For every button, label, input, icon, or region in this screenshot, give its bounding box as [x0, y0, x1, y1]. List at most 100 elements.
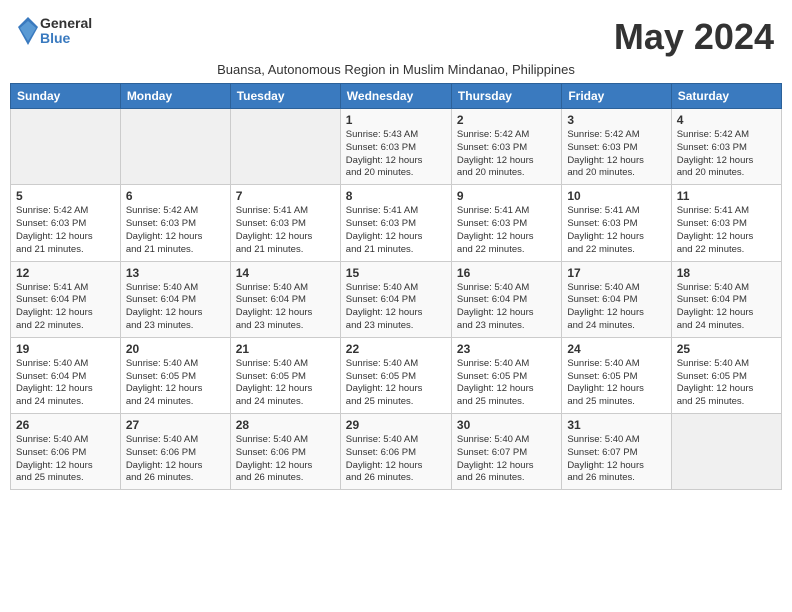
day-info: Sunrise: 5:40 AM Sunset: 6:05 PM Dayligh… — [457, 358, 556, 409]
day-info: Sunrise: 5:40 AM Sunset: 6:07 PM Dayligh… — [567, 434, 665, 485]
day-info: Sunrise: 5:40 AM Sunset: 6:05 PM Dayligh… — [236, 358, 335, 409]
day-number: 8 — [346, 189, 446, 203]
day-info: Sunrise: 5:40 AM Sunset: 6:05 PM Dayligh… — [567, 358, 665, 409]
day-info: Sunrise: 5:41 AM Sunset: 6:03 PM Dayligh… — [677, 205, 776, 256]
calendar-cell: 7 Sunrise: 5:41 AM Sunset: 6:03 PM Daylig… — [230, 185, 340, 261]
week-row-5: 26Sunrise: 5:40 AM Sunset: 6:06 PM Dayli… — [11, 414, 782, 490]
calendar-cell: 23 Sunrise: 5:40 AM Sunset: 6:05 PM Dayli… — [451, 337, 561, 413]
day-number: 2 — [457, 113, 556, 127]
calendar-cell — [671, 414, 781, 490]
day-number: 25 — [677, 342, 776, 356]
header-day-tuesday: Tuesday — [230, 84, 340, 109]
day-info: Sunrise: 5:41 AM Sunset: 6:03 PM Dayligh… — [457, 205, 556, 256]
day-info: Sunrise: 5:40 AM Sunset: 6:04 PM Dayligh… — [457, 282, 556, 333]
calendar-cell: 12 Sunrise: 5:41 AM Sunset: 6:04 PM Dayli… — [11, 261, 121, 337]
calendar-cell: 22 Sunrise: 5:40 AM Sunset: 6:05 PM Dayli… — [340, 337, 451, 413]
calendar-cell: 25 Sunrise: 5:40 AM Sunset: 6:05 PM Dayli… — [671, 337, 781, 413]
day-number: 21 — [236, 342, 335, 356]
day-info: Sunrise: 5:42 AM Sunset: 6:03 PM Dayligh… — [677, 129, 776, 180]
day-info: Sunrise: 5:42 AM Sunset: 6:03 PM Dayligh… — [126, 205, 225, 256]
calendar-cell: 13Sunrise: 5:40 AM Sunset: 6:04 PM Dayli… — [120, 261, 230, 337]
day-number: 27 — [126, 418, 225, 432]
day-number: 23 — [457, 342, 556, 356]
day-info: Sunrise: 5:40 AM Sunset: 6:06 PM Dayligh… — [16, 434, 115, 485]
calendar-cell: 27 Sunrise: 5:40 AM Sunset: 6:06 PM Dayli… — [120, 414, 230, 490]
day-info: Sunrise: 5:40 AM Sunset: 6:06 PM Dayligh… — [346, 434, 446, 485]
calendar-cell: 20Sunrise: 5:40 AM Sunset: 6:05 PM Dayli… — [120, 337, 230, 413]
day-info: Sunrise: 5:41 AM Sunset: 6:04 PM Dayligh… — [16, 282, 115, 333]
day-number: 22 — [346, 342, 446, 356]
day-info: Sunrise: 5:42 AM Sunset: 6:03 PM Dayligh… — [567, 129, 665, 180]
day-number: 5 — [16, 189, 115, 203]
calendar-cell — [230, 109, 340, 185]
month-title: May 2024 — [614, 16, 774, 58]
location-subtitle: Buansa, Autonomous Region in Muslim Mind… — [10, 62, 782, 77]
day-info: Sunrise: 5:40 AM Sunset: 6:06 PM Dayligh… — [236, 434, 335, 485]
day-info: Sunrise: 5:42 AM Sunset: 6:03 PM Dayligh… — [457, 129, 556, 180]
calendar-cell: 1 Sunrise: 5:43 AM Sunset: 6:03 PM Daylig… — [340, 109, 451, 185]
calendar-cell: 19 Sunrise: 5:40 AM Sunset: 6:04 PM Dayli… — [11, 337, 121, 413]
calendar-cell: 15 Sunrise: 5:40 AM Sunset: 6:04 PM Dayli… — [340, 261, 451, 337]
week-row-2: 5 Sunrise: 5:42 AM Sunset: 6:03 PM Daylig… — [11, 185, 782, 261]
calendar-table: SundayMondayTuesdayWednesdayThursdayFrid… — [10, 83, 782, 490]
day-number: 15 — [346, 266, 446, 280]
day-info: Sunrise: 5:41 AM Sunset: 6:03 PM Dayligh… — [567, 205, 665, 256]
page-header: General Blue May 2024 — [10, 10, 782, 58]
day-number: 30 — [457, 418, 556, 432]
day-info: Sunrise: 5:40 AM Sunset: 6:05 PM Dayligh… — [346, 358, 446, 409]
calendar-cell: 26Sunrise: 5:40 AM Sunset: 6:06 PM Dayli… — [11, 414, 121, 490]
calendar-body: 1 Sunrise: 5:43 AM Sunset: 6:03 PM Daylig… — [11, 109, 782, 490]
day-number: 28 — [236, 418, 335, 432]
calendar-cell: 5 Sunrise: 5:42 AM Sunset: 6:03 PM Daylig… — [11, 185, 121, 261]
day-info: Sunrise: 5:41 AM Sunset: 6:03 PM Dayligh… — [236, 205, 335, 256]
header-day-saturday: Saturday — [671, 84, 781, 109]
day-number: 24 — [567, 342, 665, 356]
calendar-cell: 28 Sunrise: 5:40 AM Sunset: 6:06 PM Dayli… — [230, 414, 340, 490]
calendar-cell: 14Sunrise: 5:40 AM Sunset: 6:04 PM Dayli… — [230, 261, 340, 337]
calendar-cell: 10Sunrise: 5:41 AM Sunset: 6:03 PM Dayli… — [562, 185, 671, 261]
day-number: 1 — [346, 113, 446, 127]
week-row-3: 12 Sunrise: 5:41 AM Sunset: 6:04 PM Dayli… — [11, 261, 782, 337]
header-day-monday: Monday — [120, 84, 230, 109]
calendar-cell: 16Sunrise: 5:40 AM Sunset: 6:04 PM Dayli… — [451, 261, 561, 337]
header-row: SundayMondayTuesdayWednesdayThursdayFrid… — [11, 84, 782, 109]
calendar-header: SundayMondayTuesdayWednesdayThursdayFrid… — [11, 84, 782, 109]
day-info: Sunrise: 5:43 AM Sunset: 6:03 PM Dayligh… — [346, 129, 446, 180]
day-info: Sunrise: 5:40 AM Sunset: 6:04 PM Dayligh… — [567, 282, 665, 333]
day-number: 29 — [346, 418, 446, 432]
day-info: Sunrise: 5:40 AM Sunset: 6:04 PM Dayligh… — [677, 282, 776, 333]
calendar-cell: 18Sunrise: 5:40 AM Sunset: 6:04 PM Dayli… — [671, 261, 781, 337]
calendar-cell: 30 Sunrise: 5:40 AM Sunset: 6:07 PM Dayli… — [451, 414, 561, 490]
week-row-4: 19 Sunrise: 5:40 AM Sunset: 6:04 PM Dayli… — [11, 337, 782, 413]
calendar-cell: 11Sunrise: 5:41 AM Sunset: 6:03 PM Dayli… — [671, 185, 781, 261]
day-info: Sunrise: 5:40 AM Sunset: 6:06 PM Dayligh… — [126, 434, 225, 485]
calendar-cell: 21 Sunrise: 5:40 AM Sunset: 6:05 PM Dayli… — [230, 337, 340, 413]
calendar-cell: 31Sunrise: 5:40 AM Sunset: 6:07 PM Dayli… — [562, 414, 671, 490]
day-info: Sunrise: 5:40 AM Sunset: 6:07 PM Dayligh… — [457, 434, 556, 485]
logo-general-text: General — [40, 16, 92, 31]
calendar-cell: 29 Sunrise: 5:40 AM Sunset: 6:06 PM Dayli… — [340, 414, 451, 490]
day-number: 4 — [677, 113, 776, 127]
calendar-cell: 2 Sunrise: 5:42 AM Sunset: 6:03 PM Daylig… — [451, 109, 561, 185]
day-info: Sunrise: 5:40 AM Sunset: 6:05 PM Dayligh… — [126, 358, 225, 409]
day-number: 13 — [126, 266, 225, 280]
logo-blue-text: Blue — [40, 31, 92, 46]
day-number: 12 — [16, 266, 115, 280]
day-info: Sunrise: 5:41 AM Sunset: 6:03 PM Dayligh… — [346, 205, 446, 256]
header-day-thursday: Thursday — [451, 84, 561, 109]
header-day-sunday: Sunday — [11, 84, 121, 109]
day-number: 6 — [126, 189, 225, 203]
calendar-cell: 6 Sunrise: 5:42 AM Sunset: 6:03 PM Daylig… — [120, 185, 230, 261]
day-info: Sunrise: 5:40 AM Sunset: 6:04 PM Dayligh… — [346, 282, 446, 333]
day-number: 19 — [16, 342, 115, 356]
calendar-cell: 4 Sunrise: 5:42 AM Sunset: 6:03 PM Daylig… — [671, 109, 781, 185]
day-info: Sunrise: 5:40 AM Sunset: 6:04 PM Dayligh… — [16, 358, 115, 409]
calendar-cell: 8 Sunrise: 5:41 AM Sunset: 6:03 PM Daylig… — [340, 185, 451, 261]
day-info: Sunrise: 5:40 AM Sunset: 6:04 PM Dayligh… — [236, 282, 335, 333]
day-info: Sunrise: 5:40 AM Sunset: 6:05 PM Dayligh… — [677, 358, 776, 409]
day-number: 17 — [567, 266, 665, 280]
week-row-1: 1 Sunrise: 5:43 AM Sunset: 6:03 PM Daylig… — [11, 109, 782, 185]
day-info: Sunrise: 5:42 AM Sunset: 6:03 PM Dayligh… — [16, 205, 115, 256]
day-number: 7 — [236, 189, 335, 203]
calendar-cell: 9Sunrise: 5:41 AM Sunset: 6:03 PM Daylig… — [451, 185, 561, 261]
